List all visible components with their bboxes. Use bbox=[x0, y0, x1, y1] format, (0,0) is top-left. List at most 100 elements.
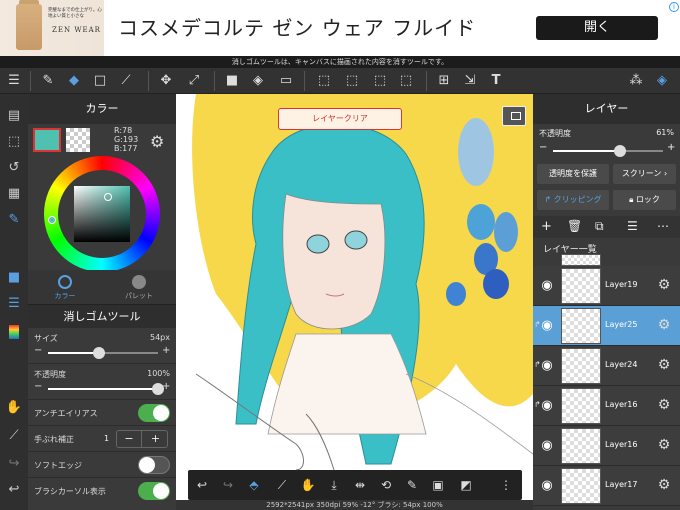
protect-alpha-button[interactable]: 透明度を保護 bbox=[537, 164, 609, 184]
brush-cursor-toggle[interactable] bbox=[138, 482, 170, 500]
hand-icon[interactable]: ✋ bbox=[4, 398, 24, 418]
file-icon[interactable]: ▤ bbox=[4, 106, 24, 126]
ad-banner[interactable]: 完璧なまでの仕上がり。心地よい質と小さな ZEN WEAR コスメデコルテ ゼン… bbox=[0, 0, 680, 56]
lock-button[interactable]: 🔒︎ ロック bbox=[613, 190, 676, 210]
layer-row[interactable]: ◉ Layer19 ⚙ bbox=[533, 266, 680, 306]
select-lasso-icon[interactable]: ⬚ bbox=[372, 73, 388, 89]
ad-info-icon[interactable]: i bbox=[669, 2, 679, 12]
ad-product-image[interactable]: 完璧なまでの仕上がり。心地よい質と小さな ZEN WEAR bbox=[0, 0, 104, 56]
ruler-icon[interactable]: ▦ bbox=[4, 184, 24, 204]
layers-icon[interactable]: ◈ bbox=[654, 73, 670, 89]
redo-icon[interactable]: ↪ bbox=[4, 454, 24, 474]
saturation-value-square[interactable] bbox=[74, 186, 130, 242]
rotate-reset-icon[interactable]: ⟲ bbox=[378, 477, 394, 493]
size-minus-icon[interactable]: − bbox=[34, 345, 42, 356]
transform-icon[interactable]: ⬘ bbox=[246, 477, 262, 493]
tab-palette[interactable]: パレット bbox=[102, 270, 176, 304]
visibility-eye-icon[interactable]: ◉ bbox=[539, 318, 555, 334]
move-tool-icon[interactable]: ✥ bbox=[158, 73, 174, 89]
layer-row[interactable]: ◉ ↱ Layer25 ⚙ bbox=[533, 306, 680, 346]
eyedropper-icon[interactable]: ⟋ bbox=[4, 426, 24, 446]
hand-icon[interactable]: ✋ bbox=[300, 477, 316, 493]
magic-wand-icon[interactable]: ⟋ bbox=[118, 73, 134, 89]
navigator-icon[interactable] bbox=[502, 106, 526, 126]
main-color-swatch[interactable] bbox=[33, 128, 61, 152]
opacity-plus-icon[interactable]: + bbox=[162, 381, 170, 392]
color-settings-gear-icon[interactable]: ⚙ bbox=[150, 132, 164, 151]
edit-icon[interactable]: ✎ bbox=[404, 477, 420, 493]
opacity-minus-icon[interactable]: − bbox=[34, 381, 42, 392]
blend-mode-button[interactable]: スクリーン › bbox=[613, 164, 676, 184]
visibility-eye-icon[interactable]: ◉ bbox=[539, 478, 555, 494]
tab-color[interactable]: カラー bbox=[28, 270, 102, 304]
palette-icon[interactable] bbox=[4, 322, 24, 342]
bucket-tool-icon[interactable]: ◈ bbox=[250, 73, 266, 89]
drawing-canvas[interactable]: レイヤークリア ↩ ↪ ⬘ ⟋ ✋ ⤓ ⇹ ⟲ ✎ ▣ ◩ ⋮ 2592*254… bbox=[176, 94, 533, 510]
more-menu-icon[interactable]: ⋯ bbox=[657, 219, 669, 233]
layer-list-icon[interactable]: ☰ bbox=[627, 219, 638, 233]
stabilizer-plus-button[interactable]: + bbox=[143, 431, 168, 447]
shape-tool-icon[interactable]: □ bbox=[92, 73, 108, 89]
layer-row[interactable]: ◉ ↱ Layer16 ⚙ bbox=[533, 386, 680, 426]
stabilizer-minus-button[interactable]: − bbox=[117, 431, 142, 447]
selection-icon[interactable]: ⬚ bbox=[4, 132, 24, 152]
layer-opacity-plus-icon[interactable]: + bbox=[667, 142, 675, 153]
materials-icon[interactable]: ⁂ bbox=[628, 73, 644, 89]
snap-icon[interactable]: ◩ bbox=[458, 477, 474, 493]
visibility-eye-icon[interactable]: ◉ bbox=[539, 398, 555, 414]
undo-icon[interactable]: ↩ bbox=[4, 480, 24, 500]
add-layer-icon[interactable]: + bbox=[541, 219, 552, 234]
save-icon[interactable]: ⤓ bbox=[326, 477, 342, 493]
redo-icon[interactable]: ↪ bbox=[220, 477, 236, 493]
select-tool-icon[interactable]: ⬚ bbox=[316, 73, 332, 89]
sub-color-swatch[interactable] bbox=[66, 128, 90, 152]
layer-opacity-minus-icon[interactable]: − bbox=[539, 142, 547, 153]
size-slider-knob[interactable] bbox=[92, 347, 105, 359]
layer-row[interactable]: ◉ Layer17 ⚙ bbox=[533, 466, 680, 506]
gradient-tool-icon[interactable]: ▭ bbox=[278, 73, 294, 89]
menu-icon[interactable]: ☰ bbox=[6, 73, 22, 89]
layer-settings-gear-icon[interactable]: ⚙ bbox=[656, 317, 672, 333]
frame-divider-icon[interactable]: ⊞ bbox=[436, 73, 452, 89]
eyedropper-icon[interactable]: ⟋ bbox=[274, 477, 290, 493]
delete-layer-icon[interactable]: 🗑︎ bbox=[567, 219, 582, 233]
layer-opacity-knob[interactable] bbox=[614, 145, 627, 157]
select-eraser-icon[interactable]: ⬚ bbox=[398, 73, 414, 89]
soft-edge-toggle[interactable] bbox=[138, 456, 170, 474]
clipping-button[interactable]: ↱ クリッピング bbox=[537, 190, 609, 210]
undo-icon[interactable]: ↩ bbox=[194, 477, 210, 493]
duplicate-layer-icon[interactable]: ⧉ bbox=[595, 219, 604, 234]
ad-open-button[interactable]: 開く bbox=[536, 16, 658, 40]
fill-color-icon[interactable]: ■ bbox=[224, 73, 240, 89]
eyedropper-select-icon[interactable]: ⇲ bbox=[462, 73, 478, 89]
undo-history-icon[interactable]: ↺ bbox=[4, 158, 24, 178]
flip-icon[interactable]: ⇹ bbox=[352, 477, 368, 493]
fit-icon[interactable]: ▣ bbox=[430, 477, 446, 493]
layer-settings-gear-icon[interactable]: ⚙ bbox=[656, 437, 672, 453]
layer-settings-gear-icon[interactable]: ⚙ bbox=[656, 357, 672, 373]
clear-layer-button[interactable]: レイヤークリア bbox=[278, 108, 402, 130]
sv-cursor[interactable] bbox=[104, 193, 112, 201]
layer-row[interactable]: ◉ Layer16 ⚙ bbox=[533, 426, 680, 466]
color-panel-icon[interactable]: ■ bbox=[4, 268, 24, 288]
layer-settings-gear-icon[interactable]: ⚙ bbox=[656, 277, 672, 293]
eraser-tool-icon[interactable]: ◆ bbox=[66, 73, 82, 89]
layer-settings-gear-icon[interactable]: ⚙ bbox=[656, 397, 672, 413]
visibility-eye-icon[interactable]: ◉ bbox=[539, 438, 555, 454]
layer-row[interactable]: ◉ ↱ Layer24 ⚙ bbox=[533, 346, 680, 386]
more-icon[interactable]: ⋮ bbox=[498, 477, 514, 493]
select-pen-icon[interactable]: ⬚ bbox=[344, 73, 360, 89]
hue-cursor[interactable] bbox=[48, 216, 56, 224]
text-tool-icon[interactable]: T bbox=[488, 73, 504, 89]
brush-tool-icon[interactable]: ✎ bbox=[40, 73, 56, 89]
opacity-slider[interactable] bbox=[48, 383, 164, 395]
brush-icon[interactable]: ✎ bbox=[4, 210, 24, 230]
visibility-eye-icon[interactable]: ◉ bbox=[539, 278, 555, 294]
antialias-toggle[interactable] bbox=[138, 404, 170, 422]
brush-list-icon[interactable]: ☰ bbox=[4, 294, 24, 314]
size-plus-icon[interactable]: + bbox=[162, 345, 170, 356]
visibility-eye-icon[interactable]: ◉ bbox=[539, 358, 555, 374]
size-slider[interactable] bbox=[48, 347, 158, 359]
transform-tool-icon[interactable]: ⤢ bbox=[186, 73, 202, 89]
ad-title[interactable]: コスメデコルテ ゼン ウェア フルイド bbox=[118, 12, 476, 41]
